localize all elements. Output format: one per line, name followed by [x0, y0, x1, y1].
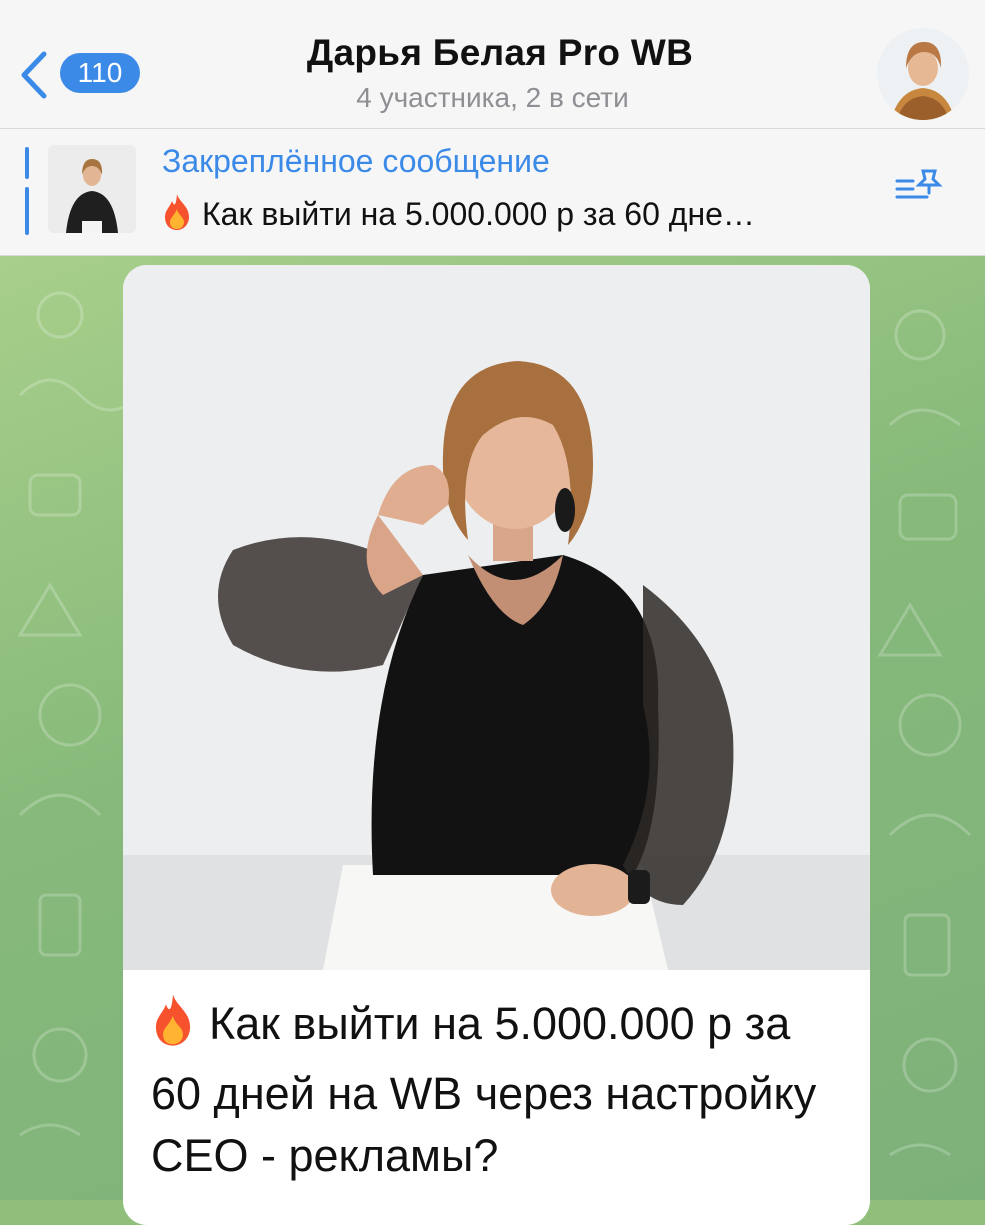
- back-button[interactable]: 110: [18, 44, 158, 104]
- unread-count-badge: 110: [60, 53, 140, 93]
- chat-header: 110 Дарья Белая Pro WB 4 участника, 2 в …: [0, 0, 985, 129]
- message-photo[interactable]: [123, 265, 870, 970]
- message-text-content: Как выйти на 5.000.000 р за 60 дней на W…: [151, 998, 817, 1181]
- pinned-indicator-segment: [25, 147, 29, 179]
- woman-photo-illustration: [123, 265, 870, 970]
- pinned-thumbnail-image: [48, 145, 136, 233]
- message-text: Как выйти на 5.000.000 р за 60 дней на W…: [151, 993, 851, 1187]
- avatar-photo: [877, 28, 969, 120]
- message-bubble[interactable]: Как выйти на 5.000.000 р за 60 дней на W…: [123, 265, 870, 1225]
- pinned-preview: Как выйти на 5.000.000 р за 60 дне…: [162, 193, 902, 239]
- chat-subtitle: 4 участника, 2 в сети: [356, 82, 629, 113]
- pinned-label: Закреплённое сообщение: [162, 143, 550, 179]
- pinned-message-bar[interactable]: Закреплённое сообщение Как выйти на 5.00…: [0, 129, 985, 256]
- chat-title[interactable]: Дарья Белая Pro WB: [200, 32, 800, 74]
- pinned-indicator-segment-active: [25, 187, 29, 235]
- pinned-thumbnail: [48, 145, 136, 233]
- pinned-preview-text: Как выйти на 5.000.000 р за 60 дне…: [202, 196, 755, 232]
- fire-icon: [151, 993, 195, 1063]
- chevron-left-icon: [21, 51, 47, 99]
- pinned-list-icon[interactable]: [893, 167, 949, 207]
- chat-avatar[interactable]: [877, 28, 969, 120]
- fire-icon: [162, 193, 192, 239]
